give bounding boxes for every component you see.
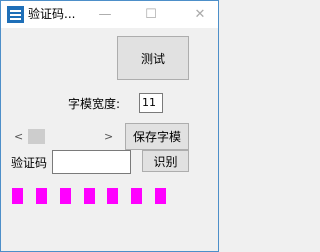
scroll-left-arrow-icon[interactable]: < (14, 128, 23, 145)
dot-4 (84, 188, 95, 204)
glyph-width-input[interactable]: 11 (139, 93, 163, 113)
maximize-button[interactable]: ☐ (136, 1, 166, 28)
recognize-button[interactable]: 识别 (142, 150, 189, 172)
window-title: 验证码... (28, 7, 76, 21)
scrollbar-thumb[interactable] (28, 129, 45, 144)
dot-3 (60, 188, 71, 204)
minimize-button[interactable]: — (90, 1, 120, 28)
dot-5 (107, 188, 118, 204)
captcha-input[interactable] (52, 150, 131, 174)
dot-1 (12, 188, 23, 204)
save-glyph-button[interactable]: 保存字模 (125, 123, 189, 150)
horizontal-scrollbar[interactable]: < > (12, 128, 113, 145)
dot-6 (131, 188, 142, 204)
app-window: 验证码... — ☐ ✕ 测试 字模宽度: 11 < > 保存字模 验证码 识别 (0, 0, 219, 252)
dot-7 (155, 188, 166, 204)
captcha-label: 验证码 (11, 156, 48, 170)
close-button[interactable]: ✕ (185, 1, 215, 28)
dot-2 (36, 188, 47, 204)
glyph-width-label: 字模宽度: (68, 97, 121, 111)
scroll-right-arrow-icon[interactable]: > (104, 128, 113, 145)
title-bar[interactable]: 验证码... — ☐ ✕ (1, 1, 218, 28)
app-icon (7, 6, 24, 23)
test-button[interactable]: 测试 (117, 36, 189, 80)
